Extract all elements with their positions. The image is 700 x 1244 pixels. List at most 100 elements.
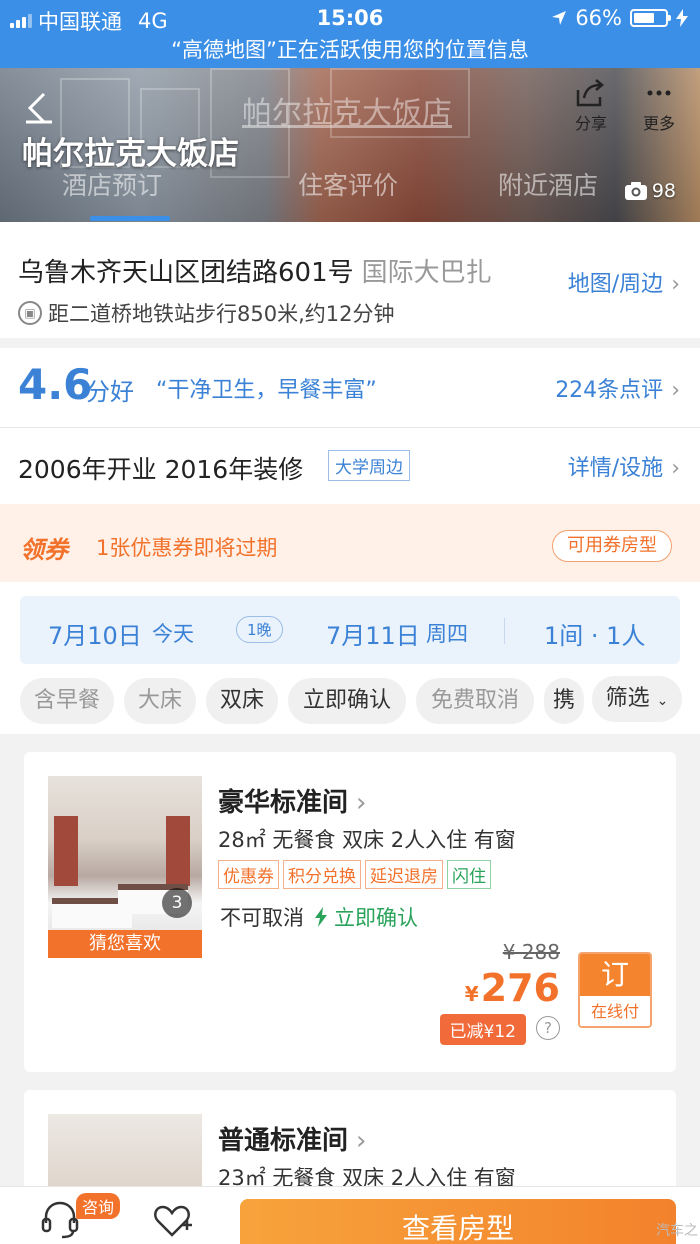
- share-label: 分享: [574, 114, 607, 133]
- header-title: 帕尔拉克大饭店: [242, 96, 452, 131]
- rating-quote: “干净卫生，早餐丰富”: [156, 378, 377, 403]
- checkout-day: 周四: [426, 622, 468, 646]
- watermark: 汽车之: [656, 1223, 698, 1239]
- view-rooms-button[interactable]: 查看房型: [240, 1199, 676, 1244]
- question-icon[interactable]: ?: [536, 1016, 560, 1040]
- hotel-hero[interactable]: 帕尔拉克大饭店 帕尔拉克大饭店 酒店预订 住客评价 附近酒店 分享 更多 98: [0, 68, 700, 222]
- tab-nearby[interactable]: 附近酒店: [498, 166, 598, 202]
- address-line: 乌鲁木齐天山区团结路601号 国际大巴扎: [18, 252, 492, 289]
- checkin-date[interactable]: 7月10日: [48, 616, 142, 651]
- checkout-date[interactable]: 7月11日: [326, 616, 420, 651]
- rating-row[interactable]: 4.6 分好 “干净卫生，早餐丰富” 224条点评 ›: [0, 348, 700, 428]
- chevron-down-icon: ⌄: [656, 693, 669, 709]
- cancel-policy: 不可取消: [220, 906, 304, 930]
- book-button[interactable]: 订 在线付: [578, 952, 652, 1028]
- favorite-heart-icon[interactable]: [152, 1201, 192, 1239]
- price-value: 276: [480, 966, 560, 1010]
- chevron-right-icon: ›: [671, 272, 680, 297]
- metro-line: ▣ 距二道桥地铁站步行850米,约12分钟: [18, 298, 394, 328]
- open-renovate-years: 2006年开业 2016年装修: [18, 455, 304, 484]
- coupon-rooms-button[interactable]: 可用券房型: [552, 530, 672, 562]
- room-name[interactable]: 普通标准间 ›: [218, 1120, 366, 1157]
- address-area: 国际大巴扎: [361, 258, 492, 288]
- chevron-right-icon: ›: [671, 378, 680, 403]
- chevron-right-icon: ›: [671, 456, 680, 481]
- details-link[interactable]: 详情/设施 ›: [568, 450, 680, 482]
- room-photo-count: 3: [162, 888, 192, 918]
- original-price: ¥ 288: [502, 940, 560, 964]
- metro-icon: ▣: [18, 301, 42, 325]
- date-selector[interactable]: 7月10日 今天 1晚 7月11日 周四 1间 · 1人: [20, 596, 680, 664]
- discount-badge: 已减¥12: [439, 1014, 526, 1045]
- share-button[interactable]: 分享: [566, 78, 616, 134]
- coupon-label: 领券: [20, 536, 68, 564]
- nights-badge: 1晚: [236, 616, 283, 643]
- hotel-info-row[interactable]: 2006年开业 2016年装修 大学周边 详情/设施 ›: [0, 428, 700, 504]
- chevron-right-icon: ›: [356, 788, 367, 818]
- location-banner[interactable]: “高德地图”正在活跃使用您的位置信息: [0, 36, 700, 68]
- charging-icon: [676, 9, 688, 27]
- street-address: 乌鲁木齐天山区团结路601号: [18, 258, 354, 288]
- map-link-label: 地图/周边: [567, 272, 664, 297]
- status-bar: 中国联通 4G 15:06 66%: [0, 0, 700, 36]
- lightning-icon: [315, 907, 327, 927]
- room-card[interactable]: 3 猜您喜欢 豪华标准间 › 28㎡ 无餐食 双床 2人入住 有窗 优惠券 积分兑…: [24, 752, 676, 1072]
- badge-late-checkout: 延迟退房: [365, 860, 443, 889]
- filter-big-bed[interactable]: 大床: [124, 678, 196, 724]
- pay-online-label: 在线付: [580, 996, 650, 1026]
- consult-badge[interactable]: 咨询: [76, 1193, 121, 1219]
- photo-count-value: 98: [651, 180, 676, 202]
- chevron-right-icon: ›: [356, 1126, 367, 1156]
- room-badges: 优惠券 积分兑换 延迟退房 闪住: [218, 860, 491, 889]
- recommend-badge: 猜您喜欢: [48, 930, 202, 958]
- divider: [504, 618, 505, 644]
- room-policy: 不可取消 立即确认: [220, 902, 418, 932]
- more-dots-icon: [647, 90, 671, 96]
- coupon-text: 1张优惠券即将过期: [96, 536, 278, 560]
- filter-pets[interactable]: 携: [544, 678, 584, 724]
- rating-text: 分好: [86, 378, 134, 406]
- tab-reviews[interactable]: 住客评价: [298, 166, 398, 202]
- metro-distance: 距二道桥地铁站步行850米,约12分钟: [48, 302, 395, 326]
- address-section: 乌鲁木齐天山区团结路601号 国际大巴扎 ▣ 距二道桥地铁站步行850米,约12分…: [0, 222, 700, 338]
- map-nearby-link[interactable]: 地图/周边 ›: [568, 266, 680, 298]
- filter-twin-bed[interactable]: 双床: [206, 678, 278, 724]
- filter-button-label: 筛选: [605, 686, 650, 711]
- room-photo[interactable]: 3 猜您喜欢: [48, 776, 202, 958]
- book-label: 订: [580, 954, 650, 996]
- more-button[interactable]: 更多: [634, 78, 684, 134]
- back-button[interactable]: [18, 88, 58, 128]
- camera-icon: [624, 182, 647, 200]
- coupon-banner[interactable]: 领券 1张优惠券即将过期 可用券房型: [0, 504, 700, 582]
- bottom-bar: 咨询 查看房型: [0, 1186, 700, 1244]
- instant-confirm-text: 立即确认: [334, 906, 418, 930]
- battery-icon: [630, 9, 671, 27]
- currency-symbol: ¥: [464, 982, 479, 1006]
- room-info: 28㎡ 无餐食 双床 2人入住 有窗: [218, 828, 516, 852]
- tab-booking[interactable]: 酒店预订: [62, 166, 162, 202]
- battery-percent: 66%: [575, 6, 622, 30]
- badge-points: 积分兑换: [283, 860, 361, 889]
- headset-icon[interactable]: [40, 1199, 80, 1239]
- hero-tabs: 酒店预订 住客评价 附近酒店: [0, 166, 700, 206]
- more-label: 更多: [642, 114, 675, 133]
- back-arrow-icon: [26, 92, 52, 124]
- details-label: 详情/设施: [567, 456, 664, 481]
- rooms-guests[interactable]: 1间 · 1人: [544, 616, 645, 651]
- reviews-link[interactable]: 224条点评 ›: [555, 372, 680, 404]
- filter-button[interactable]: 筛选 ⌄: [592, 676, 682, 722]
- active-tab-indicator: [90, 216, 170, 221]
- filter-free-cancel[interactable]: 免费取消: [416, 678, 534, 724]
- room-name-text: 豪华标准间: [218, 788, 349, 818]
- room-name-text: 普通标准间: [218, 1126, 349, 1156]
- reviews-count: 224条点评: [555, 378, 664, 403]
- share-icon: [576, 79, 604, 107]
- photo-count[interactable]: 98: [624, 180, 676, 202]
- checkin-day: 今天: [152, 622, 194, 646]
- status-right: 66%: [551, 6, 688, 30]
- location-arrow-icon: [552, 11, 567, 25]
- filter-breakfast[interactable]: 含早餐: [20, 678, 114, 724]
- filter-instant-confirm[interactable]: 立即确认: [288, 678, 406, 724]
- room-name[interactable]: 豪华标准间 ›: [218, 782, 366, 819]
- badge-coupon: 优惠券: [218, 860, 279, 889]
